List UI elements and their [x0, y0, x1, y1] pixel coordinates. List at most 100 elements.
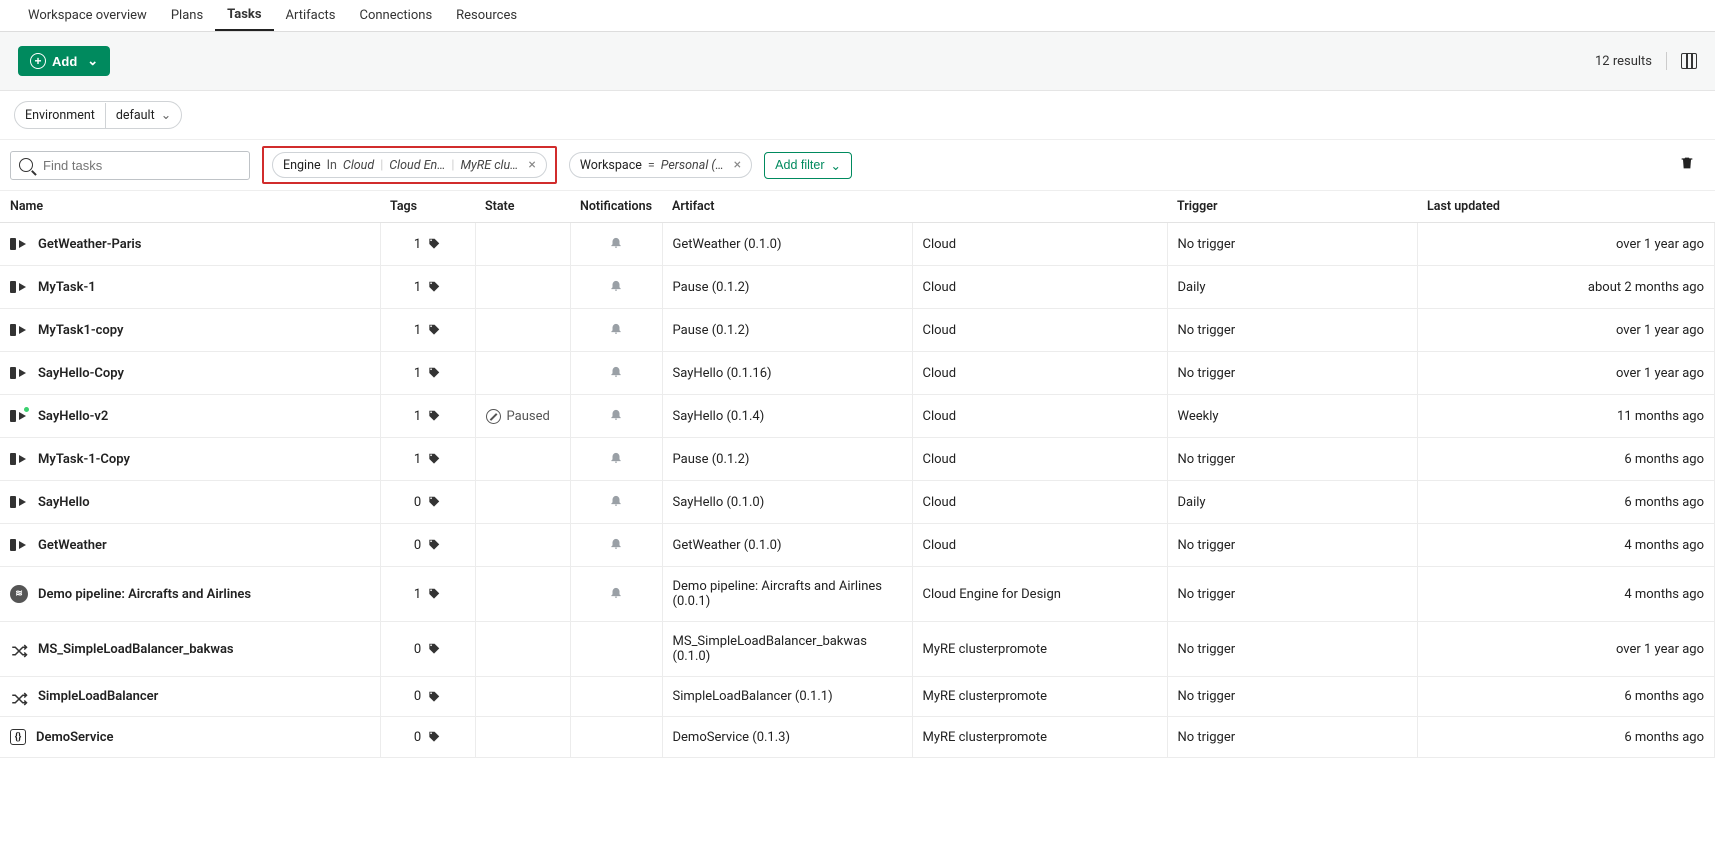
bell-icon[interactable] [609, 367, 623, 382]
trigger-text: No trigger [1178, 587, 1236, 602]
table-row[interactable]: GetWeather0GetWeather (0.1.0)CloudNo tri… [0, 524, 1715, 567]
search-box[interactable] [10, 151, 250, 180]
chevron-down-icon: ⌄ [161, 108, 171, 123]
columns-icon[interactable] [1681, 53, 1697, 69]
tag-icon[interactable] [427, 237, 441, 251]
trigger-text: No trigger [1178, 730, 1236, 745]
state-text: Paused [507, 409, 550, 424]
col-notifications[interactable]: Notifications [570, 191, 662, 223]
filter-workspace-operator: = [648, 158, 655, 173]
engine-text: MyRE clusterpromote [923, 689, 1047, 704]
tag-icon[interactable] [427, 366, 441, 380]
tag-icon[interactable] [427, 538, 441, 552]
add-button[interactable]: + Add ⌄ [18, 46, 110, 76]
task-name: Demo pipeline: Aircrafts and Airlines [38, 587, 251, 602]
filter-workspace-value: Personal (… [661, 158, 724, 173]
task-name: SimpleLoadBalancer [38, 689, 158, 704]
tag-icon[interactable] [427, 495, 441, 509]
table-row[interactable]: GetWeather-Paris1GetWeather (0.1.0)Cloud… [0, 223, 1715, 266]
updated-text: over 1 year ago [1616, 237, 1704, 252]
tag-count: 1 [414, 280, 421, 295]
service-icon: {} [10, 729, 26, 745]
filter-workspace-remove[interactable]: × [734, 157, 741, 173]
tag-count: 0 [414, 730, 421, 745]
results-count: 12 results [1595, 54, 1652, 69]
bell-icon[interactable] [609, 324, 623, 339]
search-input[interactable] [39, 156, 241, 175]
status-dot-icon [23, 406, 30, 413]
col-state[interactable]: State [475, 191, 570, 223]
tag-icon[interactable] [427, 690, 441, 704]
tag-count: 1 [414, 237, 421, 252]
artifact-text: GetWeather (0.1.0) [673, 237, 782, 252]
updated-text: over 1 year ago [1616, 323, 1704, 338]
bell-icon[interactable] [609, 539, 623, 554]
tag-count: 1 [414, 323, 421, 338]
nav-workspace-overview[interactable]: Workspace overview [16, 2, 159, 30]
bell-icon[interactable] [609, 281, 623, 296]
filter-chip-engine[interactable]: Engine In Cloud | Cloud En… | MyRE clu… … [272, 152, 547, 178]
filter-chip-workspace[interactable]: Workspace = Personal (… × [569, 152, 752, 178]
col-name[interactable]: Name [0, 191, 380, 223]
col-engine[interactable] [912, 191, 1167, 223]
add-filter-button[interactable]: Add filter ⌄ [764, 152, 852, 179]
nav-tasks[interactable]: Tasks [215, 1, 273, 31]
table-row[interactable]: SayHello-v21PausedSayHello (0.1.4)CloudW… [0, 395, 1715, 438]
nav-resources[interactable]: Resources [444, 2, 529, 30]
artifact-text: MS_SimpleLoadBalancer_bakwas (0.1.0) [673, 634, 867, 664]
tag-count: 0 [414, 642, 421, 657]
add-button-label: Add [52, 54, 77, 69]
bell-icon[interactable] [609, 588, 623, 603]
updated-text: 6 months ago [1624, 495, 1704, 510]
divider [1666, 52, 1667, 70]
task-icon [10, 538, 28, 552]
col-trigger[interactable]: Trigger [1167, 191, 1417, 223]
tag-icon[interactable] [427, 642, 441, 656]
bell-icon[interactable] [609, 410, 623, 425]
table-row[interactable]: SayHello0SayHello (0.1.0)CloudDaily6 mon… [0, 481, 1715, 524]
col-tags[interactable]: Tags [380, 191, 475, 223]
task-icon [10, 366, 28, 380]
trigger-text: Daily [1178, 280, 1206, 295]
bell-icon[interactable] [609, 496, 623, 511]
filter-bar: Engine In Cloud | Cloud En… | MyRE clu… … [0, 139, 1715, 191]
tag-icon[interactable] [427, 452, 441, 466]
table-row[interactable]: MyTask-1-Copy1Pause (0.1.2)CloudNo trigg… [0, 438, 1715, 481]
updated-text: 6 months ago [1624, 730, 1704, 745]
col-last-updated[interactable]: Last updated [1417, 191, 1715, 223]
table-row[interactable]: MyTask-11Pause (0.1.2)CloudDailyabout 2 … [0, 266, 1715, 309]
col-artifact[interactable]: Artifact [662, 191, 912, 223]
filter-engine-value-2: MyRE clu… [460, 158, 518, 173]
tag-icon[interactable] [427, 730, 441, 744]
table-row[interactable]: ≋Demo pipeline: Aircrafts and Airlines1D… [0, 567, 1715, 622]
toolbar: + Add ⌄ 12 results [0, 32, 1715, 91]
tag-icon[interactable] [427, 323, 441, 337]
environment-selector[interactable]: Environment default⌄ [14, 101, 182, 129]
engine-text: Cloud Engine for Design [923, 587, 1061, 602]
pipeline-icon: ≋ [10, 585, 28, 603]
filter-engine-operator: In [327, 158, 337, 173]
table-row[interactable]: MyTask1-copy1Pause (0.1.2)CloudNo trigge… [0, 309, 1715, 352]
table-row[interactable]: SimpleLoadBalancer0SimpleLoadBalancer (0… [0, 677, 1715, 717]
nav-connections[interactable]: Connections [348, 2, 445, 30]
tag-count: 0 [414, 538, 421, 553]
tag-icon[interactable] [427, 280, 441, 294]
table-row[interactable]: SayHello-Copy1SayHello (0.1.16)CloudNo t… [0, 352, 1715, 395]
trigger-text: No trigger [1178, 366, 1236, 381]
updated-text: 4 months ago [1624, 587, 1704, 602]
filter-engine-remove[interactable]: × [528, 157, 535, 173]
table-row[interactable]: {}DemoService0DemoService (0.1.3)MyRE cl… [0, 717, 1715, 758]
engine-filter-highlight: Engine In Cloud | Cloud En… | MyRE clu… … [262, 146, 557, 184]
tag-icon[interactable] [427, 587, 441, 601]
bell-icon[interactable] [609, 453, 623, 468]
table-row[interactable]: MS_SimpleLoadBalancer_bakwas0MS_SimpleLo… [0, 622, 1715, 677]
shuffle-icon [10, 642, 28, 656]
nav-plans[interactable]: Plans [159, 2, 215, 30]
nav-artifacts[interactable]: Artifacts [274, 2, 348, 30]
tag-icon[interactable] [427, 409, 441, 423]
environment-label: Environment [15, 103, 106, 128]
filter-engine-value-0: Cloud [343, 158, 374, 173]
shuffle-icon [10, 690, 28, 704]
clear-filters-button[interactable] [1679, 155, 1695, 175]
bell-icon[interactable] [609, 238, 623, 253]
